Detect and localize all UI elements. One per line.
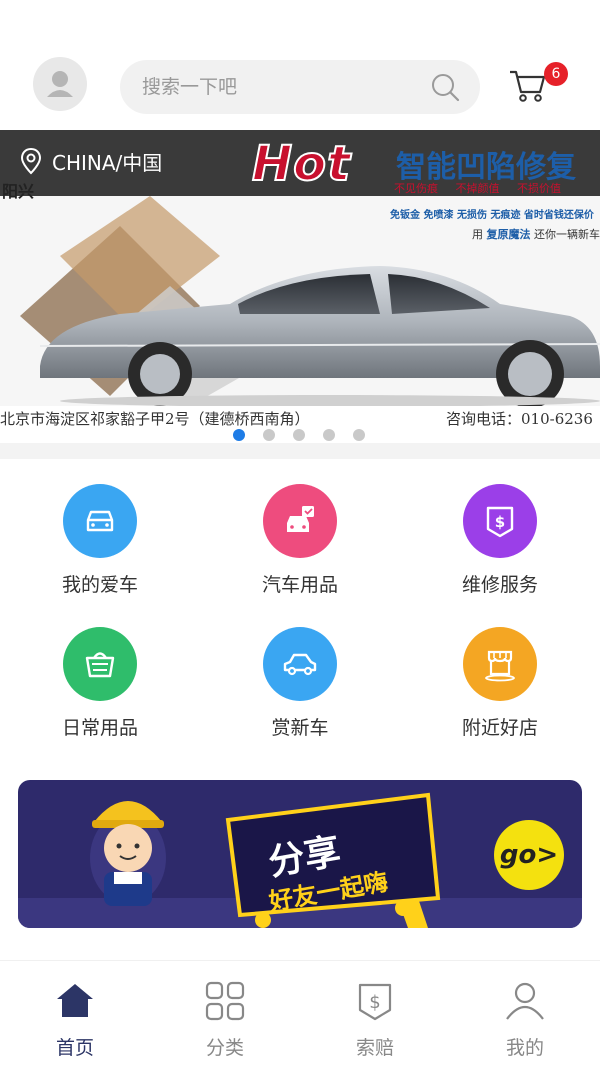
tab-label: 我的 (505, 1037, 544, 1059)
category-label: 汽车用品 (261, 574, 338, 596)
tab-label: 索赔 (355, 1037, 394, 1059)
category-daily-goods[interactable]: 日常用品 (0, 627, 200, 757)
category-icon-circle (263, 627, 337, 701)
home-icon (57, 984, 93, 1017)
banner-tagline: 用 复原魔法 还你一辆新车 (472, 226, 600, 242)
category-icon-circle (263, 484, 337, 558)
category-label: 维修服务 (461, 574, 538, 596)
category-repair-service[interactable]: $ 维修服务 (400, 484, 600, 614)
share-banner[interactable]: 分享 好友一起嗨 go> (18, 780, 582, 928)
tab-claim[interactable]: $ 索赔 (300, 961, 450, 1067)
carousel-dot[interactable] (323, 429, 335, 441)
category-label: 我的爱车 (61, 574, 138, 596)
search-input[interactable] (142, 60, 422, 114)
category-my-car[interactable]: 我的爱车 (0, 484, 200, 614)
tab-profile[interactable]: 我的 (450, 961, 600, 1067)
category-car-supplies[interactable]: 汽车用品 (200, 484, 400, 614)
category-new-cars[interactable]: 赏新车 (200, 627, 400, 757)
banner-address: 北京市海淀区祁家豁子甲2号（建德桥西南角） (0, 410, 310, 428)
location-pin-icon (20, 147, 42, 175)
cart-count-badge: 6 (544, 62, 568, 86)
go-button[interactable]: go> (494, 820, 564, 890)
car-seat-icon (287, 506, 314, 532)
location-selector[interactable]: CHINA/中国 (20, 146, 162, 176)
cart-icon[interactable] (508, 64, 548, 104)
tagline-name: 复原魔法 (486, 228, 531, 241)
car-front-icon (86, 510, 114, 532)
search-icon[interactable] (430, 72, 460, 102)
tagline-prefix: 用 (472, 228, 483, 241)
car-side-icon (283, 653, 317, 676)
avatar-icon (47, 71, 73, 97)
profile-icon (506, 982, 544, 1020)
banner-features: 不见伤痕 不掉颜值 不损价值 (394, 182, 561, 195)
basket-icon (85, 652, 115, 678)
claim-icon: $ (358, 983, 392, 1021)
category-icon-circle (63, 627, 137, 701)
tab-label: 分类 (205, 1037, 244, 1059)
banner-hot-label: Hot (251, 135, 352, 193)
category-label: 日常用品 (61, 717, 138, 739)
category-icon (205, 981, 245, 1021)
carousel-dot[interactable] (293, 429, 305, 441)
home-page: 6 (0, 0, 600, 1067)
bottom-tab-bar: 首页 分类 $ 索赔 我的 (0, 960, 600, 1067)
banner-brand: 阳兴 (2, 182, 35, 201)
section-divider (0, 443, 600, 459)
carousel-dot[interactable] (263, 429, 275, 441)
store-icon (485, 650, 515, 682)
tab-category[interactable]: 分类 (150, 961, 300, 1067)
tagline-suffix: 还你一辆新车 (534, 228, 600, 241)
user-avatar[interactable] (33, 57, 87, 111)
banner-phone: 咨询电话：010-6236 (446, 410, 593, 428)
top-header: 6 (0, 40, 600, 130)
promo-carousel[interactable]: Hot 智能凹陷修复 不见伤痕 不掉颜值 不损价值 免钣金 免喷漆 无损伤 无痕… (0, 130, 600, 443)
carousel-indicators (233, 429, 365, 441)
carousel-dot[interactable] (233, 429, 245, 441)
category-label: 赏新车 (271, 717, 329, 739)
carousel-dot[interactable] (353, 429, 365, 441)
location-label: CHINA/中国 (52, 150, 163, 175)
tab-label: 首页 (55, 1037, 94, 1059)
banner-promo: 免钣金 免喷漆 无损伤 无痕迹 省时省钱还保价 (390, 210, 594, 221)
svg-text:$: $ (369, 992, 380, 1013)
category-icon-circle (463, 627, 537, 701)
service-shield-icon: $ (486, 506, 514, 538)
category-nearby-stores[interactable]: 附近好店 (400, 627, 600, 757)
tab-home[interactable]: 首页 (0, 961, 150, 1067)
category-label: 附近好店 (461, 717, 538, 739)
category-icon-circle (63, 484, 137, 558)
category-icon-circle: $ (463, 484, 537, 558)
svg-text:$: $ (495, 513, 505, 531)
search-bar[interactable] (120, 60, 480, 114)
